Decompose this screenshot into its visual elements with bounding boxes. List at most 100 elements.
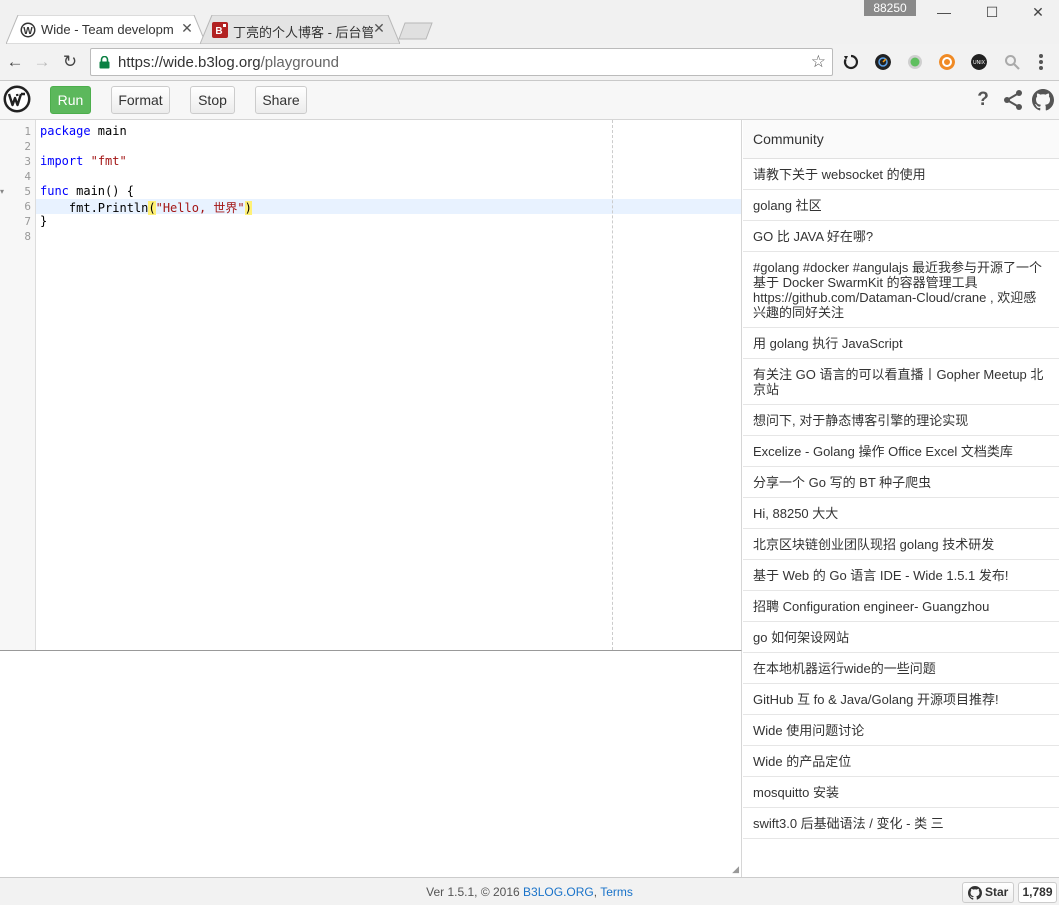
svg-text:UNIX: UNIX xyxy=(973,60,986,66)
community-heading: Community xyxy=(743,120,1059,159)
address-bar[interactable]: https://wide.b3log.org/playground ☆ xyxy=(90,48,833,76)
refresh-extension-icon[interactable] xyxy=(843,54,859,70)
reload-icon[interactable]: ↻ xyxy=(59,51,81,73)
browser-menu-icon[interactable] xyxy=(1037,52,1045,72)
orange-ring-icon[interactable] xyxy=(939,54,955,70)
code-text: main() { xyxy=(68,184,134,198)
url-text: https://wide.b3log.org/playground xyxy=(118,54,339,71)
unix-icon[interactable]: UNIX xyxy=(971,54,987,70)
community-post-link[interactable]: Hi, 88250 大大 xyxy=(743,498,1059,529)
stop-button[interactable]: Stop xyxy=(190,86,235,114)
code-line-1: package main xyxy=(40,124,127,138)
line-number: 6 xyxy=(24,200,31,213)
footer-text: Ver 1.5.1, © 2016 B3LOG.ORG, Terms xyxy=(0,885,1059,899)
community-post-link[interactable]: Wide 的产品定位 xyxy=(743,746,1059,777)
community-post-link[interactable]: Wide 使用问题讨论 xyxy=(743,715,1059,746)
community-post-link[interactable]: 想问下, 对于静态博客引擎的理论实现 xyxy=(743,405,1059,436)
app-toolbar: Run Format Stop Share ? xyxy=(0,81,1059,120)
line-number: 3 xyxy=(24,155,31,168)
string-literal: "fmt" xyxy=(90,154,127,168)
footer: Ver 1.5.1, © 2016 B3LOG.ORG, Terms Star … xyxy=(0,877,1059,905)
community-post-link[interactable]: #golang #docker #angulajs 最近我参与开源了一个基于 D… xyxy=(743,252,1059,328)
b3log-link[interactable]: B3LOG.ORG xyxy=(523,885,594,899)
community-sidebar: Community 请教下关于 websocket 的使用 golang 社区 … xyxy=(743,120,1059,877)
profile-badge[interactable]: 88250 xyxy=(864,0,916,16)
community-post-link[interactable]: GitHub 互 fo & Java/Golang 开源项目推荐! xyxy=(743,684,1059,715)
community-post-link[interactable]: golang 社区 xyxy=(743,190,1059,221)
minimize-icon[interactable]: — xyxy=(932,3,956,21)
help-icon[interactable]: ? xyxy=(972,89,994,111)
speed-dial-icon[interactable] xyxy=(875,54,891,70)
community-post-link[interactable]: swift3.0 后基础语法 / 变化 - 类 三 xyxy=(743,808,1059,839)
line-number: 4 xyxy=(24,170,31,183)
new-tab-button[interactable] xyxy=(398,22,434,40)
line-number: 1 xyxy=(24,125,31,138)
print-margin xyxy=(612,120,613,650)
github-icon[interactable] xyxy=(1032,89,1054,111)
share-icon[interactable] xyxy=(1002,89,1024,111)
star-count[interactable]: 1,789 xyxy=(1018,882,1057,903)
tab-title: 丁亮的个人博客 - 后台管 xyxy=(233,25,373,40)
code-editor[interactable]: 1 2 3 4 5 6 7 8 ▾ package main import "f… xyxy=(0,120,742,650)
svg-text:W: W xyxy=(23,26,33,37)
code-line-6: fmt.Println("Hello, 世界") xyxy=(40,199,252,216)
magnifier-icon[interactable] xyxy=(1004,54,1020,70)
line-number: 8 xyxy=(24,230,31,243)
format-button[interactable]: Format xyxy=(111,86,170,114)
terms-link[interactable]: Terms xyxy=(600,885,633,899)
paren-highlight: ( xyxy=(148,201,156,215)
keyword: import xyxy=(40,154,84,168)
fold-marker-icon[interactable]: ▾ xyxy=(0,187,4,196)
wide-favicon-icon: W xyxy=(20,22,36,38)
browser-titlebar: W Wide - Team developm ✕ B 丁亮的个人博客 - 后台管… xyxy=(0,0,1059,44)
community-post-link[interactable]: 基于 Web 的 Go 语言 IDE - Wide 1.5.1 发布! xyxy=(743,560,1059,591)
code-line-7: } xyxy=(40,214,47,228)
tab-wide[interactable]: W Wide - Team developm ✕ xyxy=(6,15,206,44)
tab-blog[interactable]: B 丁亮的个人博客 - 后台管 ✕ xyxy=(200,15,400,44)
url-path: /playground xyxy=(260,54,339,71)
community-post-link[interactable]: 在本地机器运行wide的一些问题 xyxy=(743,653,1059,684)
blog-favicon-icon: B xyxy=(212,22,228,38)
code-text: fmt.Println xyxy=(40,201,149,215)
string-literal: "Hello, 世界" xyxy=(155,201,245,215)
community-post-link[interactable]: mosquitto 安装 xyxy=(743,777,1059,808)
maximize-icon[interactable]: ☐ xyxy=(980,3,1004,21)
code-line-3: import "fmt" xyxy=(40,154,127,168)
wide-logo-icon[interactable] xyxy=(3,85,31,113)
github-icon xyxy=(968,886,982,900)
keyword: func xyxy=(40,184,69,198)
community-post-link[interactable]: 用 golang 执行 JavaScript xyxy=(743,328,1059,359)
tab-title: Wide - Team developm xyxy=(41,22,174,37)
community-post-link[interactable]: 北京区块链创业团队现招 golang 技术研发 xyxy=(743,529,1059,560)
resize-grip-icon[interactable]: ◢ xyxy=(732,864,739,875)
tab-close-icon[interactable]: ✕ xyxy=(180,20,194,37)
line-number: 2 xyxy=(24,140,31,153)
community-post-link[interactable]: 请教下关于 websocket 的使用 xyxy=(743,159,1059,190)
community-post-link[interactable]: go 如何架设网站 xyxy=(743,622,1059,653)
community-post-link[interactable]: 招聘 Configuration engineer- Guangzhou xyxy=(743,591,1059,622)
paren-highlight: ) xyxy=(244,201,252,215)
code-text: } xyxy=(40,214,48,228)
green-circle-icon[interactable] xyxy=(907,54,923,70)
share-button[interactable]: Share xyxy=(255,86,307,114)
version-text: Ver 1.5.1, © 2016 xyxy=(426,885,524,899)
community-post-link[interactable]: 有关注 GO 语言的可以看直播丨Gopher Meetup 北京站 xyxy=(743,359,1059,405)
back-icon[interactable]: ← xyxy=(4,51,26,73)
star-label: Star xyxy=(985,885,1009,899)
github-star-button[interactable]: Star xyxy=(962,882,1014,903)
community-post-link[interactable]: 分享一个 Go 写的 BT 种子爬虫 xyxy=(743,467,1059,498)
keyword: package xyxy=(40,124,91,138)
tab-close-icon[interactable]: ✕ xyxy=(372,20,386,37)
close-window-icon[interactable]: ✕ xyxy=(1026,3,1050,21)
code-text: main xyxy=(90,124,127,138)
community-post-link[interactable]: Excelize - Golang 操作 Office Excel 文档类库 xyxy=(743,436,1059,467)
forward-icon[interactable]: → xyxy=(31,51,53,73)
bookmark-star-icon[interactable]: ☆ xyxy=(811,52,826,72)
url-host: https://wide.b3log.org xyxy=(118,54,261,71)
browser-toolbar: ← → ↻ https://wide.b3log.org/playground … xyxy=(0,44,1059,81)
svg-text:B: B xyxy=(215,26,222,37)
output-pane[interactable]: ◢ xyxy=(0,650,742,877)
run-button[interactable]: Run xyxy=(50,86,91,114)
lock-icon xyxy=(99,56,110,69)
community-post-link[interactable]: GO 比 JAVA 好在哪? xyxy=(743,221,1059,252)
